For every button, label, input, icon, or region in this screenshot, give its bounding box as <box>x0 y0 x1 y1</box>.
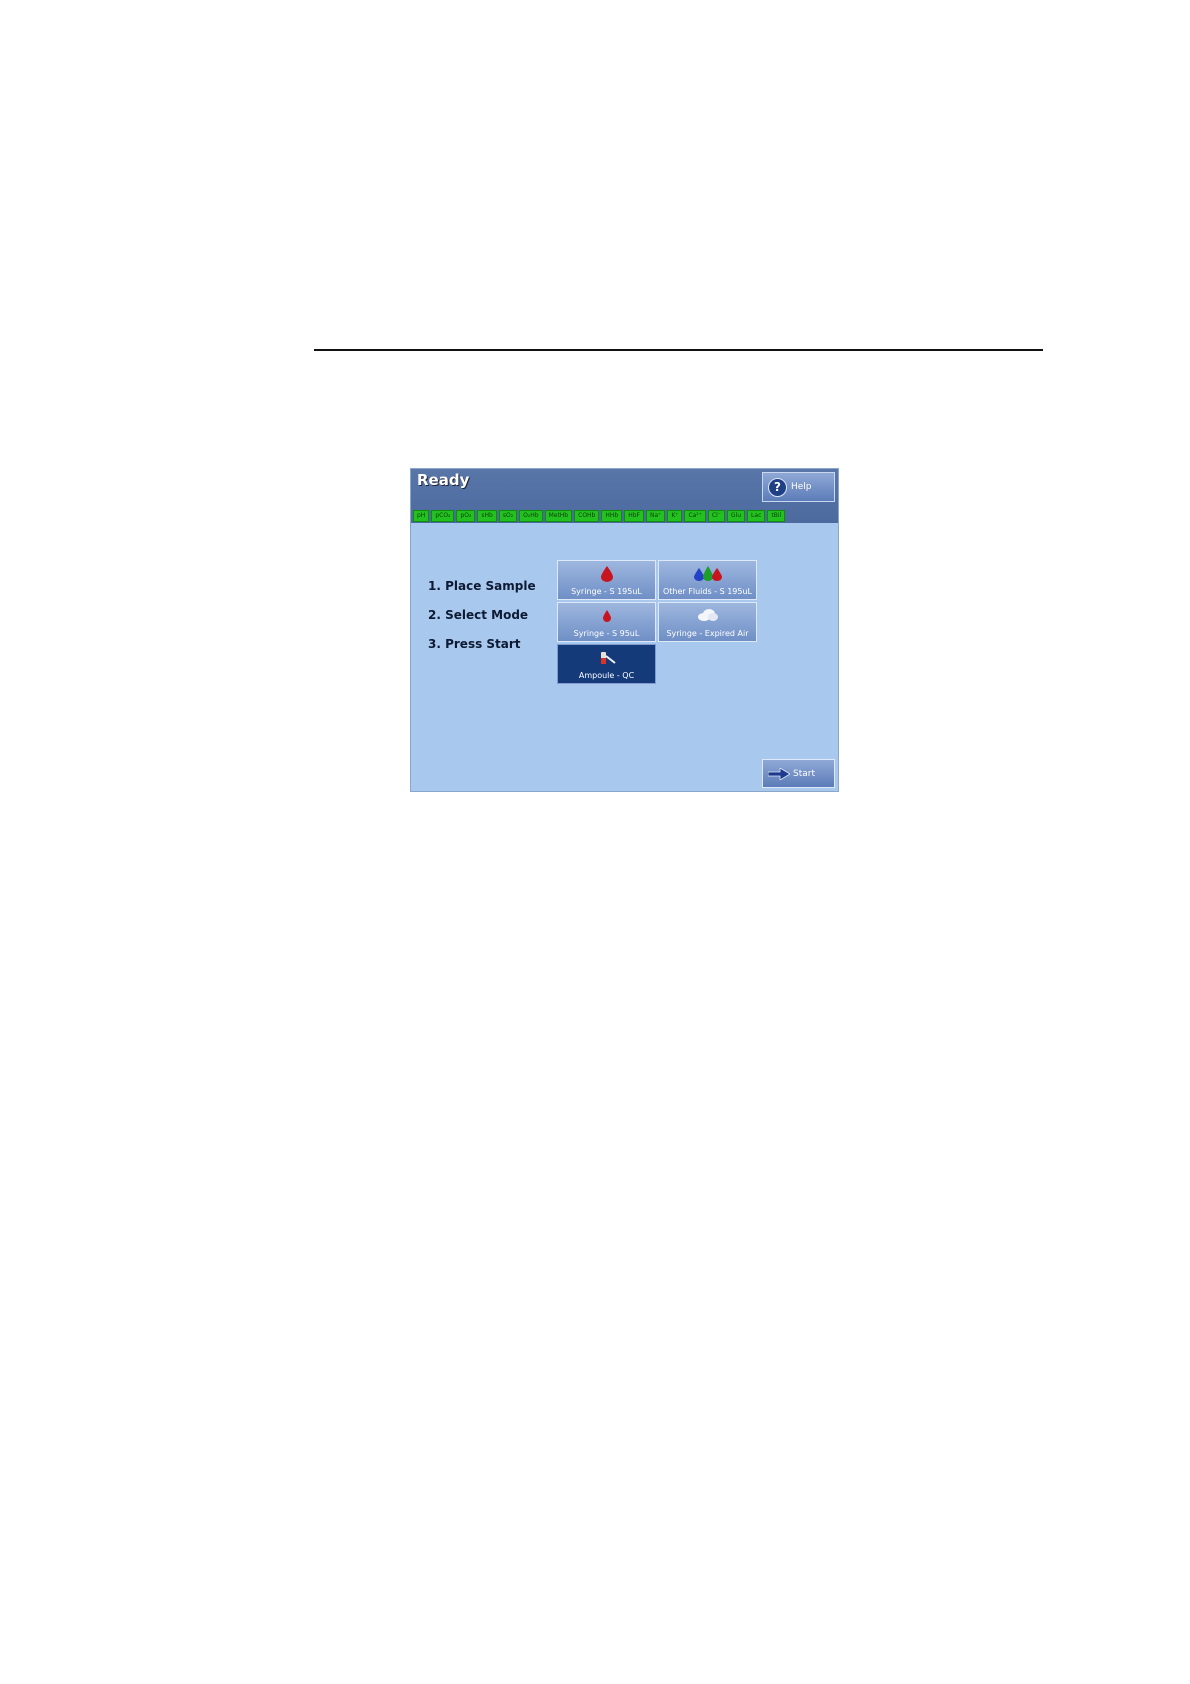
cloud-icon <box>659 608 756 624</box>
arrow-right-icon <box>768 767 790 780</box>
param-cl[interactable]: Cl⁻ <box>707 510 725 522</box>
param-pco2[interactable]: pCO₂ <box>431 510 455 522</box>
param-glu[interactable]: Glu <box>726 510 746 522</box>
help-button[interactable]: ? Help <box>762 472 835 502</box>
param-o2hb[interactable]: O₂Hb <box>519 510 543 522</box>
param-lac[interactable]: Lac <box>747 510 766 522</box>
help-icon: ? <box>768 477 787 497</box>
start-label: Start <box>793 768 815 779</box>
param-shb[interactable]: sHb <box>477 510 497 522</box>
param-k[interactable]: K⁺ <box>667 510 683 522</box>
step-select-mode: 2. Select Mode <box>428 608 529 622</box>
param-tbil[interactable]: tBil <box>767 510 786 522</box>
small-blood-drop-icon <box>558 608 655 624</box>
param-cohb[interactable]: COHb <box>574 510 600 522</box>
blood-drop-icon <box>558 566 655 582</box>
mode-other-fluids-button[interactable]: Other Fluids - S 195uL <box>658 560 757 600</box>
mode-label: Ampoule - QC <box>578 671 635 680</box>
mode-syringe-95-button[interactable]: Syringe - S 95uL <box>557 602 656 642</box>
param-ph[interactable]: pH <box>413 510 430 522</box>
mode-syringe-195-button[interactable]: Syringe - S 195uL <box>557 560 656 600</box>
param-ca[interactable]: Ca²⁺ <box>684 510 706 522</box>
mode-label: Syringe - Expired Air <box>666 629 749 638</box>
screen-title: Ready <box>417 471 470 489</box>
ampoule-icon <box>558 650 655 666</box>
param-so2[interactable]: sO₂ <box>498 510 518 522</box>
mode-expired-air-button[interactable]: Syringe - Expired Air <box>658 602 757 642</box>
param-na[interactable]: Na⁺ <box>645 510 666 522</box>
mode-label: Syringe - S 95uL <box>573 629 640 638</box>
step-press-start: 3. Press Start <box>428 637 521 651</box>
mode-ampoule-qc-button[interactable]: Ampoule - QC <box>557 644 656 684</box>
step-place-sample: 1. Place Sample <box>428 579 536 593</box>
param-hhb[interactable]: HHb <box>601 510 623 522</box>
multi-drop-icon <box>659 566 756 582</box>
title-bar: Ready ? Help pH pCO₂ pO₂ sHb sO₂ O₂Hb Me… <box>411 469 838 523</box>
help-label: Help <box>791 482 812 492</box>
horizontal-rule <box>314 349 1043 351</box>
param-po2[interactable]: pO₂ <box>456 510 476 522</box>
parameter-status-bar: pH pCO₂ pO₂ sHb sO₂ O₂Hb MetHb COHb HHb … <box>413 510 786 522</box>
param-methb[interactable]: MetHb <box>544 510 573 522</box>
instruction-steps: 1. Place Sample 2. Select Mode 3. Press … <box>428 579 536 666</box>
param-hbf[interactable]: HbF <box>624 510 644 522</box>
start-button[interactable]: Start <box>762 759 835 788</box>
mode-label: Syringe - S 195uL <box>571 587 642 596</box>
analyzer-screen: Ready ? Help pH pCO₂ pO₂ sHb sO₂ O₂Hb Me… <box>411 469 838 791</box>
mode-label: Other Fluids - S 195uL <box>662 587 752 596</box>
